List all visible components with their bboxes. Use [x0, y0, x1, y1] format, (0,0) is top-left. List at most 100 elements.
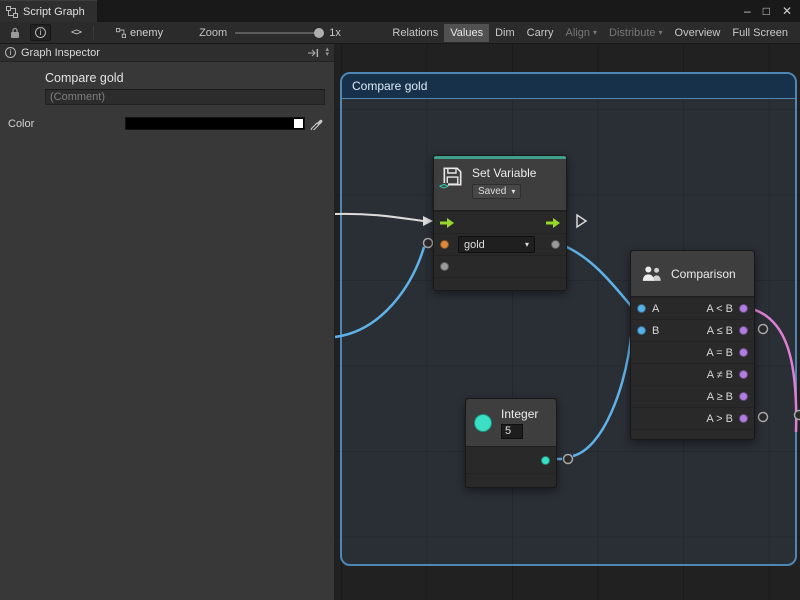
- chevron-down-icon: ▾: [525, 241, 529, 249]
- minimize-icon[interactable]: –: [744, 5, 751, 17]
- exec-output-arrow-icon[interactable]: [546, 218, 560, 228]
- unconnected-port[interactable]: [759, 325, 768, 334]
- dim-button[interactable]: Dim: [489, 24, 521, 42]
- dock-panel-icon[interactable]: [307, 48, 319, 58]
- lock-button[interactable]: [6, 25, 24, 41]
- output-label: A ≠ B: [707, 369, 733, 381]
- align-dropdown-button[interactable]: Align ▾: [560, 24, 603, 42]
- graph-asset-icon: [116, 28, 126, 38]
- zoom-label: Zoom: [199, 27, 227, 39]
- output-a-lte-b-port[interactable]: [739, 326, 748, 335]
- script-graph-icon: [6, 6, 18, 18]
- zoom-slider-knob[interactable]: [314, 28, 324, 38]
- values-button[interactable]: Values: [444, 24, 489, 42]
- color-label: Color: [8, 118, 34, 130]
- node-comparison[interactable]: Comparison A A < B B A ≤ B: [630, 250, 755, 440]
- unconnected-port[interactable]: [759, 413, 768, 422]
- graph-inspector-panel: i Graph Inspector ▴ ▾ Compare gold Color: [0, 44, 335, 600]
- output-a-less-b-port[interactable]: [739, 304, 748, 313]
- graph-inspector-header[interactable]: i Graph Inspector ▴ ▾: [0, 44, 334, 62]
- maximize-icon[interactable]: □: [763, 5, 770, 17]
- unconnected-port[interactable]: [795, 411, 800, 420]
- output-a-gte-b-port[interactable]: [739, 392, 748, 401]
- graph-asset-breadcrumb[interactable]: enemy: [116, 27, 163, 39]
- variable-output-port[interactable]: [551, 240, 560, 249]
- lock-icon: [10, 27, 20, 39]
- close-icon[interactable]: ✕: [782, 5, 792, 17]
- inspected-graph-title: Compare gold: [45, 71, 124, 85]
- comparison-row: A ≠ B: [631, 363, 754, 385]
- variable-name-port[interactable]: [440, 240, 449, 249]
- output-label: A ≤ B: [707, 325, 733, 337]
- integer-header[interactable]: Integer 5: [466, 399, 556, 447]
- comparison-row: A ≥ B: [631, 385, 754, 407]
- value-input-port[interactable]: [440, 262, 449, 271]
- comparison-header[interactable]: Comparison: [631, 251, 754, 297]
- align-label: Align: [566, 27, 590, 39]
- comparison-row: B A ≤ B: [631, 319, 754, 341]
- variable-kind-dropdown[interactable]: Saved ▾: [472, 184, 521, 199]
- comment-input[interactable]: [45, 89, 325, 105]
- variable-name-value: gold: [464, 239, 485, 251]
- save-variable-icon: <>: [442, 166, 464, 188]
- set-variable-header[interactable]: <> Set Variable Saved ▾: [434, 159, 566, 211]
- overview-button[interactable]: Overview: [669, 24, 727, 42]
- unconnected-port[interactable]: [424, 239, 433, 248]
- spinner-down-icon: ▾: [325, 53, 329, 58]
- titlebar: Script Graph – □ ✕: [0, 0, 800, 22]
- color-swatch-field[interactable]: [125, 117, 305, 130]
- edit-graph-button[interactable]: <>: [67, 25, 85, 40]
- graph-asset-name: enemy: [130, 27, 163, 39]
- output-a-greater-b-port[interactable]: [739, 414, 748, 423]
- variable-kind-value: Saved: [478, 186, 506, 197]
- distribute-label: Distribute: [609, 27, 655, 39]
- group-header[interactable]: Compare gold: [342, 74, 795, 99]
- output-a-neq-b-port[interactable]: [739, 370, 748, 379]
- value-input-row: [434, 255, 566, 277]
- main-split: i Graph Inspector ▴ ▾ Compare gold Color: [0, 44, 800, 600]
- variable-name-row: gold ▾: [434, 233, 566, 255]
- graph-toolbar: i <> enemy Zoom 1x Relations Values Dim …: [0, 22, 800, 44]
- integer-value-field[interactable]: 5: [501, 424, 523, 439]
- unconnected-port[interactable]: [564, 455, 573, 464]
- toolbar-buttons: Relations Values Dim Carry Align ▾ Distr…: [386, 24, 794, 42]
- tab-script-graph[interactable]: Script Graph: [0, 0, 97, 22]
- graph-canvas[interactable]: Compare gold: [335, 44, 800, 600]
- panel-spinner[interactable]: ▴ ▾: [325, 48, 329, 57]
- input-a-port[interactable]: [637, 304, 646, 313]
- input-b-label: B: [652, 325, 659, 337]
- zoom-value: 1x: [329, 27, 341, 39]
- inspector-toggle-button[interactable]: i: [30, 24, 51, 41]
- info-icon: i: [5, 47, 16, 58]
- node-title: Comparison: [671, 267, 736, 281]
- info-icon: i: [35, 27, 46, 38]
- comparison-row: A = B: [631, 341, 754, 363]
- input-b-port[interactable]: [637, 326, 646, 335]
- node-set-variable[interactable]: <> Set Variable Saved ▾: [433, 155, 567, 291]
- output-label: A < B: [706, 303, 733, 315]
- eyedropper-icon[interactable]: [310, 115, 323, 130]
- input-a-label: A: [652, 303, 659, 315]
- variable-name-dropdown[interactable]: gold ▾: [458, 236, 535, 253]
- full-screen-button[interactable]: Full Screen: [726, 24, 794, 42]
- output-label: A = B: [706, 347, 733, 359]
- distribute-dropdown-button[interactable]: Distribute ▾: [603, 24, 668, 42]
- chevron-down-icon: ▾: [659, 29, 663, 37]
- code-icon: <>: [71, 27, 81, 38]
- node-integer[interactable]: Integer 5: [465, 398, 557, 488]
- node-title: Set Variable: [472, 166, 536, 180]
- integer-output-port[interactable]: [541, 456, 550, 465]
- chevron-down-icon: ▾: [511, 188, 515, 196]
- zoom-slider[interactable]: [235, 32, 321, 34]
- output-a-eq-b-port[interactable]: [739, 348, 748, 357]
- relations-button[interactable]: Relations: [386, 24, 444, 42]
- node-footer: [466, 473, 556, 487]
- graph-inspector-title: Graph Inspector: [21, 47, 100, 59]
- carry-button[interactable]: Carry: [521, 24, 560, 42]
- toolbar-divider: [93, 26, 94, 40]
- exec-input-arrow-icon[interactable]: [440, 218, 454, 228]
- script-graph-window: Script Graph – □ ✕ i <> en: [0, 0, 800, 600]
- node-footer: [434, 277, 566, 290]
- color-alpha-segment: [294, 119, 303, 128]
- integer-output-row: [466, 447, 556, 473]
